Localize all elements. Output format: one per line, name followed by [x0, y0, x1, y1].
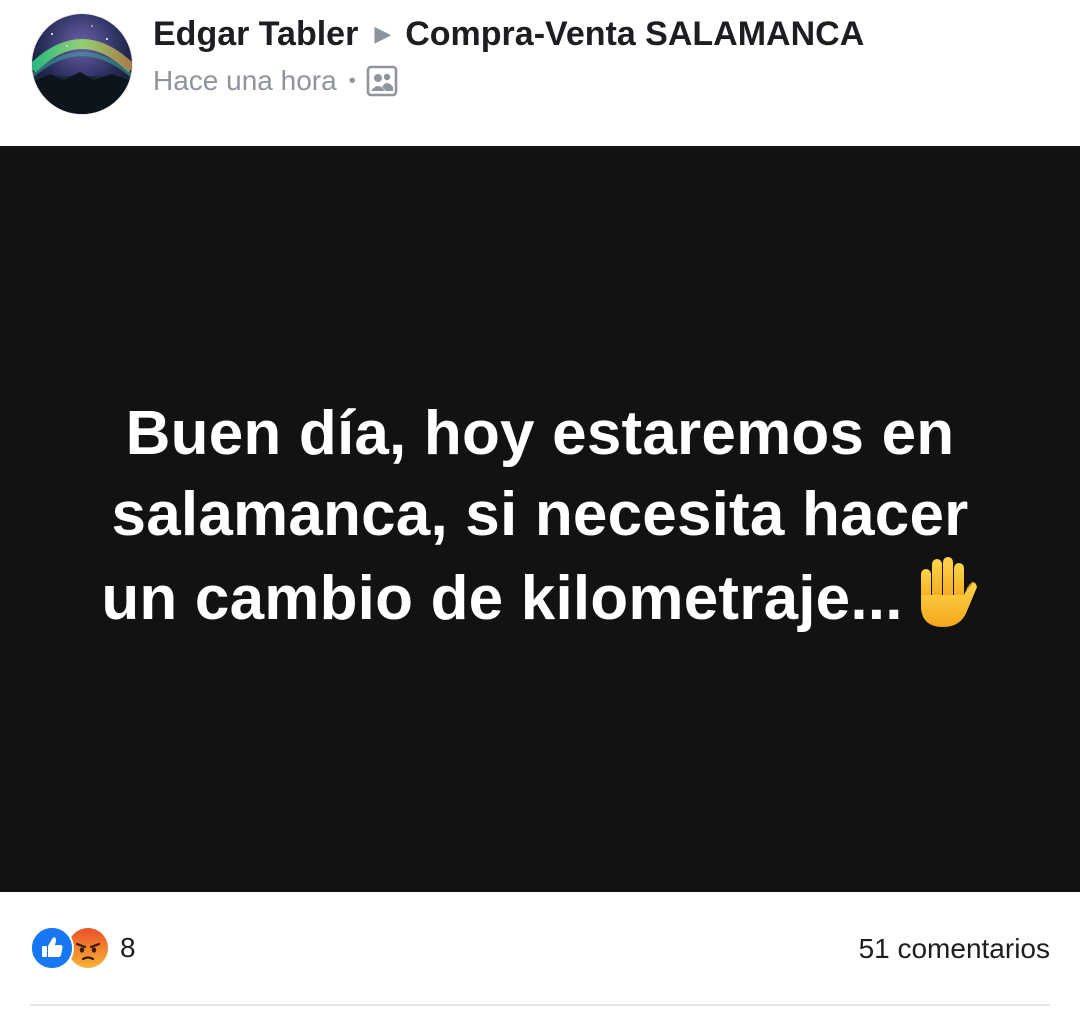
- comments-count-link[interactable]: 51 comentarios: [859, 930, 1050, 968]
- author-name[interactable]: Edgar Tabler: [153, 15, 358, 54]
- post-timestamp[interactable]: Hace una hora: [153, 65, 337, 97]
- reactions-summary[interactable]: 8: [30, 926, 136, 970]
- author-line: Edgar Tabler ▶ Compra-Venta SALAMANCA: [153, 12, 864, 56]
- post-meta: Hace una hora •: [153, 62, 398, 100]
- reaction-count: 8: [120, 932, 136, 963]
- group-name[interactable]: Compra-Venta SALAMANCA: [405, 15, 864, 54]
- post-text-card[interactable]: Buen día, hoy estaremos en salamanca, si…: [0, 146, 1080, 892]
- footer-divider: [30, 1004, 1050, 1006]
- author-avatar[interactable]: [32, 14, 132, 114]
- post-message: Buen día, hoy estaremos en salamanca, si…: [101, 399, 969, 633]
- raised-hand-emoji: [911, 555, 979, 631]
- avatar-image: [32, 14, 132, 114]
- meta-separator: •: [348, 69, 356, 92]
- arrow-right-icon: ▶: [374, 21, 392, 46]
- like-reaction-icon: [30, 926, 74, 970]
- post-text-block: Buen día, hoy estaremos en salamanca, si…: [70, 393, 1010, 639]
- post-header: Edgar Tabler ▶ Compra-Venta SALAMANCA Ha…: [0, 0, 1080, 146]
- group-audience-icon: [366, 65, 398, 97]
